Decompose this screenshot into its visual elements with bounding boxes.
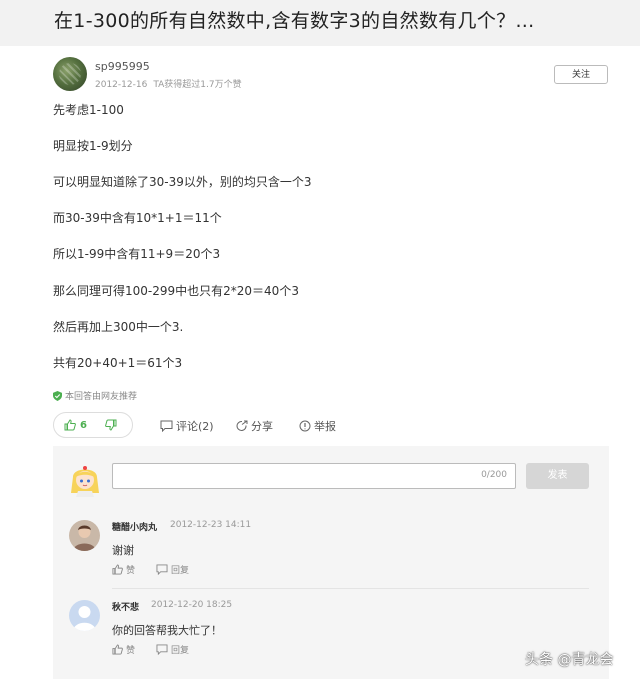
comment-like[interactable]: 赞 xyxy=(112,563,135,576)
commenter-avatar[interactable] xyxy=(69,600,100,631)
like-label: 赞 xyxy=(126,646,136,656)
thumbs-down-icon[interactable] xyxy=(105,419,117,431)
reply-icon xyxy=(156,564,168,575)
answer-line: 那么同理可得100-299中也只有2*20＝40个3 xyxy=(53,284,299,298)
answer-line: 可以明显知道除了30-39以外，别的均只含一个3 xyxy=(53,175,312,189)
comment-text: 你的回答帮我大忙了！ xyxy=(112,624,222,637)
report-label: 举报 xyxy=(314,420,336,433)
current-user-avatar xyxy=(71,466,99,497)
default-avatar-icon xyxy=(69,600,100,631)
report-icon xyxy=(299,420,311,432)
comment-time: 2012-12-20 18:25 xyxy=(151,600,233,610)
thumbs-up-icon xyxy=(112,564,123,575)
report-action[interactable]: 举报 xyxy=(299,418,336,434)
comment-reply[interactable]: 回复 xyxy=(156,643,189,656)
share-icon xyxy=(236,420,248,431)
commenter-name[interactable]: 糖醋小肉丸 xyxy=(112,520,157,533)
author-stats: TA获得超过1.7万个赞 xyxy=(153,80,242,90)
publish-button[interactable]: 发表 xyxy=(526,463,589,489)
thumbs-up-icon[interactable] xyxy=(64,419,76,431)
question-header: 在1-300的所有自然数中,含有数字3的自然数有几个？... xyxy=(0,0,640,46)
share-label: 分享 xyxy=(251,420,273,433)
comment-icon xyxy=(160,420,173,432)
thumbs-up-icon xyxy=(112,644,123,655)
answer-line: 共有20+40+1＝61个3 xyxy=(53,356,183,370)
share-action[interactable]: 分享 xyxy=(236,418,273,434)
answer-line: 然后再加上300中一个3. xyxy=(53,320,184,334)
answer-line: 而30-39中含有10*1+1＝11个 xyxy=(53,211,222,225)
commenter-photo xyxy=(69,520,100,551)
comment-divider xyxy=(112,588,589,589)
reply-icon xyxy=(156,644,168,655)
comment-panel: 0/200 发表 糖醋小肉丸 2012-12-23 14:11 谢谢 赞 回复 xyxy=(53,446,609,679)
commenter-avatar[interactable] xyxy=(69,520,100,551)
recommend-note: 本回答由网友推荐 xyxy=(53,389,137,402)
like-label: 赞 xyxy=(126,566,136,576)
author-avatar[interactable] xyxy=(53,57,87,91)
upvote-count: 6 xyxy=(80,419,87,431)
answer-line: 先考虑1-100 xyxy=(53,103,124,117)
comment-reply[interactable]: 回复 xyxy=(156,563,189,576)
comment-label: 评论(2) xyxy=(176,420,214,433)
reply-label: 回复 xyxy=(171,646,190,656)
vote-box: 6 xyxy=(53,412,133,438)
comment-input[interactable]: 0/200 xyxy=(112,463,516,489)
comment-text: 谢谢 xyxy=(112,544,134,557)
author-meta: 2012-12-16 TA获得超过1.7万个赞 xyxy=(95,77,242,90)
shield-check-icon xyxy=(53,390,62,401)
question-title[interactable]: 在1-300的所有自然数中,含有数字3的自然数有几个？... xyxy=(54,6,640,33)
char-counter: 0/200 xyxy=(481,470,507,480)
recommend-text: 本回答由网友推荐 xyxy=(65,392,138,402)
commenter-name[interactable]: 秋不悲 xyxy=(112,600,139,613)
answer-line: 所以1-99中含有11+9＝20个3 xyxy=(53,247,221,261)
watermark: 头条 @青龙会 xyxy=(525,652,614,668)
reply-label: 回复 xyxy=(171,566,190,576)
comment-action[interactable]: 评论(2) xyxy=(160,418,214,434)
answer-date: 2012-12-16 xyxy=(95,80,148,90)
author-name[interactable]: sp995995 xyxy=(95,60,150,73)
comment-time: 2012-12-23 14:11 xyxy=(170,520,252,530)
comment-like[interactable]: 赞 xyxy=(112,643,135,656)
answer-line: 明显按1-9划分 xyxy=(53,139,133,153)
follow-button[interactable]: 关注 xyxy=(554,65,608,84)
